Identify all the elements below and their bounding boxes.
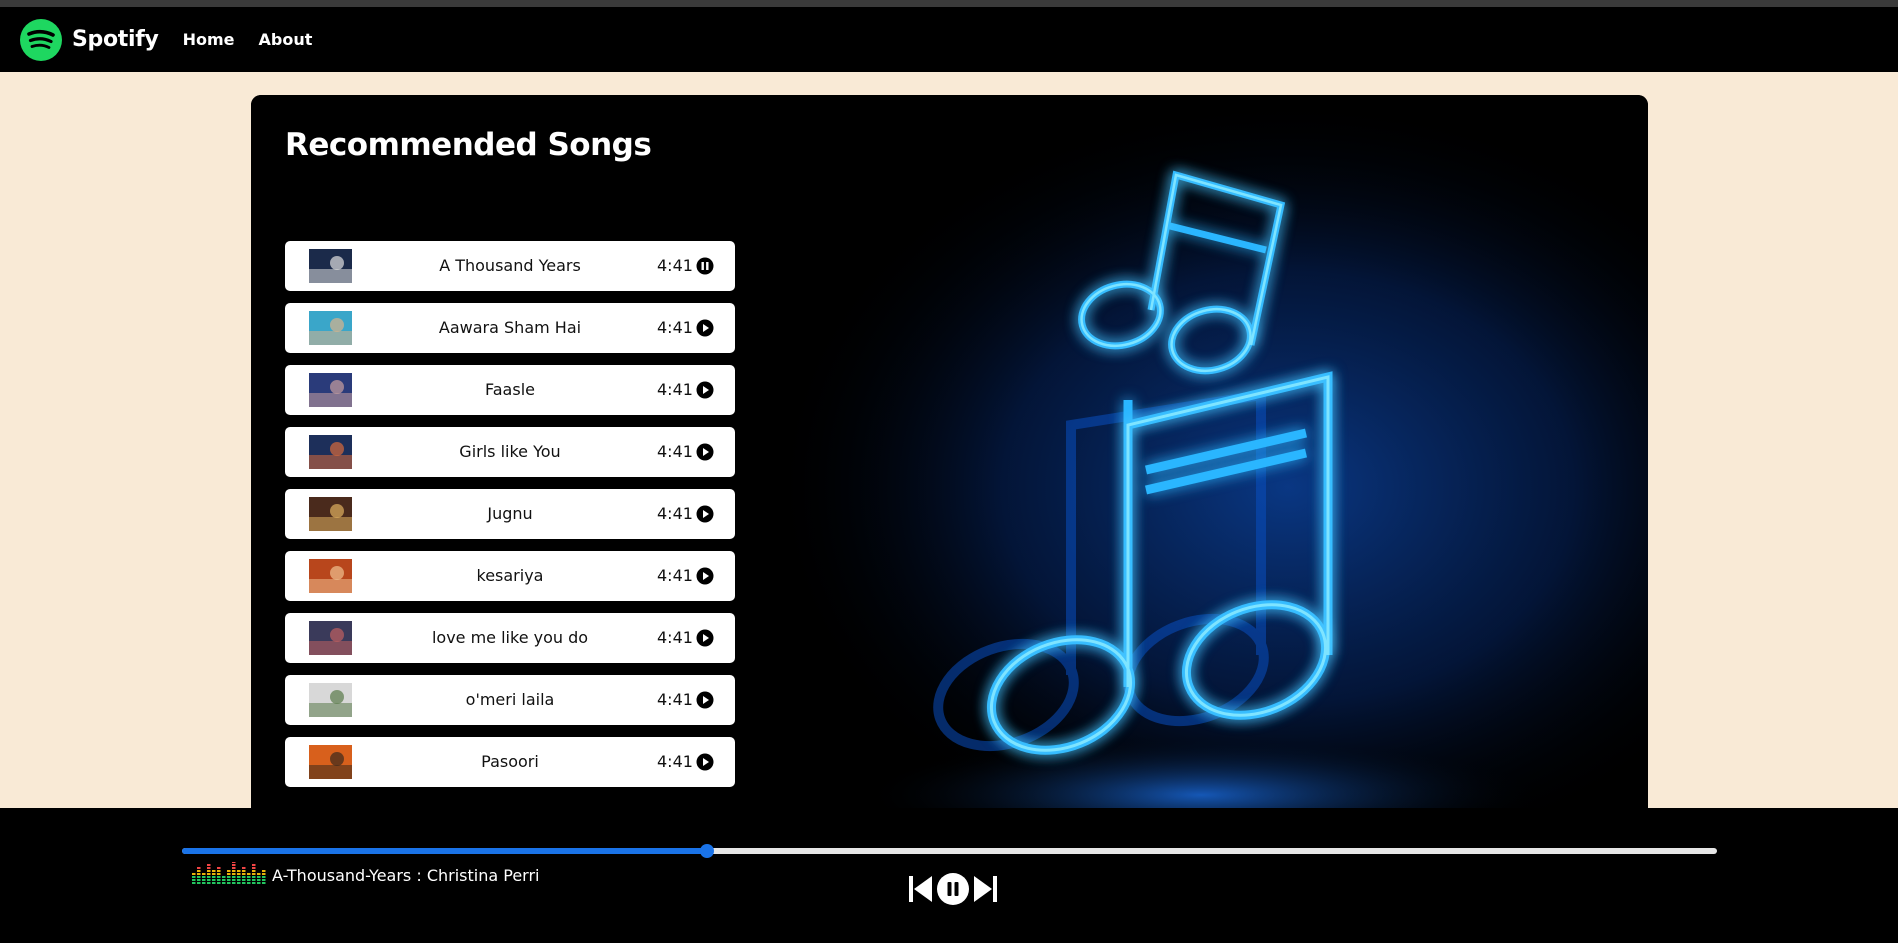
song-item[interactable]: Aawara Sham Hai 4:41: [285, 303, 735, 353]
play-icon[interactable]: [696, 567, 714, 585]
song-item[interactable]: Jugnu 4:41: [285, 489, 735, 539]
nav-link-home[interactable]: Home: [183, 30, 235, 49]
song-duration: 4:41: [657, 690, 693, 709]
song-list: A Thousand Years 4:41 Aawara Sham Hai 4:41 F…: [285, 241, 735, 799]
now-playing-title: A-Thousand-Years : Christina Perri: [272, 866, 540, 885]
song-duration: 4:41: [657, 504, 693, 523]
playback-controls: [908, 872, 998, 906]
pause-icon[interactable]: [696, 257, 714, 275]
song-item[interactable]: A Thousand Years 4:41: [285, 241, 735, 291]
previous-icon[interactable]: [908, 874, 934, 904]
progress-thumb[interactable]: [699, 844, 714, 858]
play-icon[interactable]: [696, 319, 714, 337]
song-duration: 4:41: [657, 256, 693, 275]
pause-icon[interactable]: [936, 872, 970, 906]
page-title: Recommended Songs: [285, 127, 652, 163]
nav-link-about[interactable]: About: [258, 30, 312, 49]
play-icon[interactable]: [696, 381, 714, 399]
song-duration: 4:41: [657, 628, 693, 647]
song-duration: 4:41: [657, 566, 693, 585]
song-item[interactable]: Pasoori 4:41: [285, 737, 735, 787]
play-icon[interactable]: [696, 629, 714, 647]
play-icon[interactable]: [696, 443, 714, 461]
progress-fill: [182, 848, 707, 854]
song-duration: 4:41: [657, 442, 693, 461]
song-item[interactable]: Girls like You 4:41: [285, 427, 735, 477]
navbar: Spotify Home About: [0, 7, 1898, 72]
spotify-logo-icon: [20, 18, 62, 61]
recommended-panel: Recommended Songs A Thousand Years 4:41 Aa…: [251, 95, 1648, 808]
next-icon[interactable]: [972, 874, 998, 904]
play-icon[interactable]: [696, 505, 714, 523]
song-item[interactable]: Faasle 4:41: [285, 365, 735, 415]
song-item[interactable]: love me like you do 4:41: [285, 613, 735, 663]
song-item[interactable]: kesariya 4:41: [285, 551, 735, 601]
song-name: love me like you do: [431, 628, 589, 647]
song-name: kesariya: [476, 566, 544, 585]
player-bar: A-Thousand-Years : Christina Perri: [0, 808, 1898, 943]
song-item[interactable]: o'meri laila 4:41: [285, 675, 735, 725]
play-icon[interactable]: [696, 753, 714, 771]
song-name: Jugnu: [487, 504, 533, 523]
play-icon[interactable]: [696, 691, 714, 709]
song-duration: 4:41: [657, 380, 693, 399]
song-name: Pasoori: [481, 752, 539, 771]
song-name: o'meri laila: [465, 690, 555, 709]
song-duration: 4:41: [657, 752, 693, 771]
song-name: A Thousand Years: [439, 256, 581, 275]
equalizer-icon: [192, 862, 266, 884]
progress-bar[interactable]: [182, 844, 1717, 858]
song-name: Aawara Sham Hai: [438, 318, 582, 337]
brand[interactable]: Spotify: [20, 18, 159, 61]
song-duration: 4:41: [657, 318, 693, 337]
window-top-edge: [0, 0, 1898, 7]
brand-name: Spotify: [72, 27, 159, 52]
song-name: Faasle: [485, 380, 535, 399]
song-name: Girls like You: [459, 442, 561, 461]
